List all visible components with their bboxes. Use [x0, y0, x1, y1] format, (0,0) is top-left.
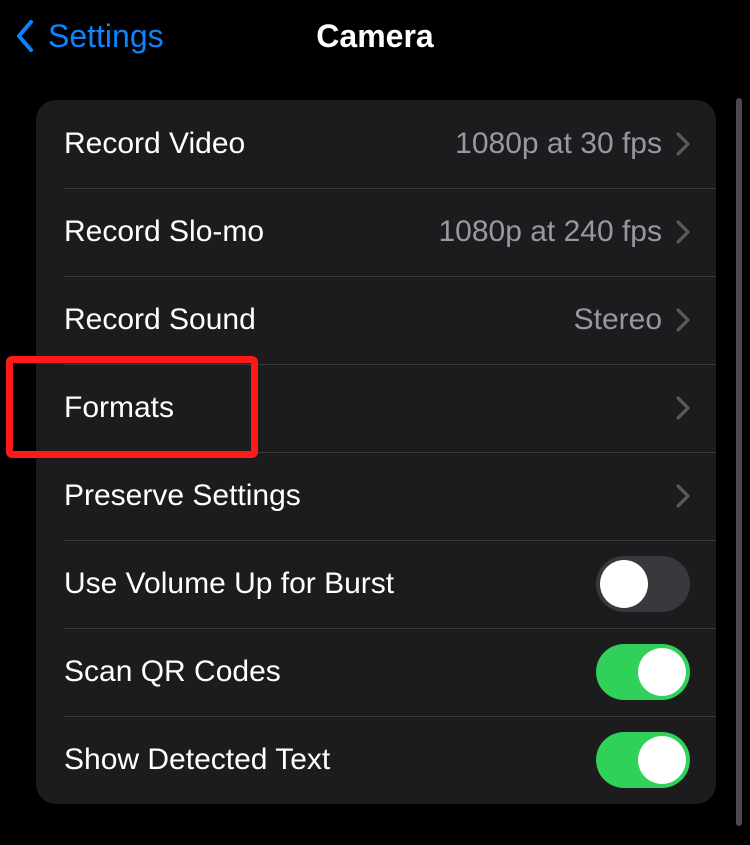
- toggle-volume-up-burst[interactable]: [596, 556, 690, 612]
- page-title: Camera: [316, 18, 433, 55]
- toggle-show-detected-text[interactable]: [596, 732, 690, 788]
- row-record-sound[interactable]: Record Sound Stereo: [36, 276, 716, 364]
- toggle-scan-qr-codes[interactable]: [596, 644, 690, 700]
- chevron-right-icon: [676, 484, 690, 508]
- row-value: 1080p at 240 fps: [438, 215, 662, 249]
- row-show-detected-text: Show Detected Text: [36, 716, 716, 804]
- row-value: 1080p at 30 fps: [455, 127, 662, 161]
- row-scan-qr-codes: Scan QR Codes: [36, 628, 716, 716]
- chevron-left-icon: [14, 18, 36, 54]
- row-volume-up-burst: Use Volume Up for Burst: [36, 540, 716, 628]
- row-label: Use Volume Up for Burst: [64, 567, 394, 601]
- row-label: Record Sound: [64, 303, 256, 337]
- row-formats[interactable]: Formats: [36, 364, 716, 452]
- back-label: Settings: [48, 18, 164, 55]
- back-button[interactable]: Settings: [14, 0, 164, 72]
- chevron-right-icon: [676, 220, 690, 244]
- chevron-right-icon: [676, 396, 690, 420]
- chevron-right-icon: [676, 132, 690, 156]
- row-record-slomo[interactable]: Record Slo-mo 1080p at 240 fps: [36, 188, 716, 276]
- row-preserve-settings[interactable]: Preserve Settings: [36, 452, 716, 540]
- row-label: Formats: [64, 391, 174, 425]
- row-label: Show Detected Text: [64, 743, 330, 777]
- settings-group: Record Video 1080p at 30 fps Record Slo-…: [36, 100, 716, 804]
- scrollbar[interactable]: [736, 98, 742, 826]
- row-label: Scan QR Codes: [64, 655, 281, 689]
- row-record-video[interactable]: Record Video 1080p at 30 fps: [36, 100, 716, 188]
- chevron-right-icon: [676, 308, 690, 332]
- navigation-bar: Settings Camera: [0, 0, 750, 72]
- row-label: Record Slo-mo: [64, 215, 264, 249]
- row-value: Stereo: [574, 303, 662, 337]
- row-label: Preserve Settings: [64, 479, 301, 513]
- row-label: Record Video: [64, 127, 245, 161]
